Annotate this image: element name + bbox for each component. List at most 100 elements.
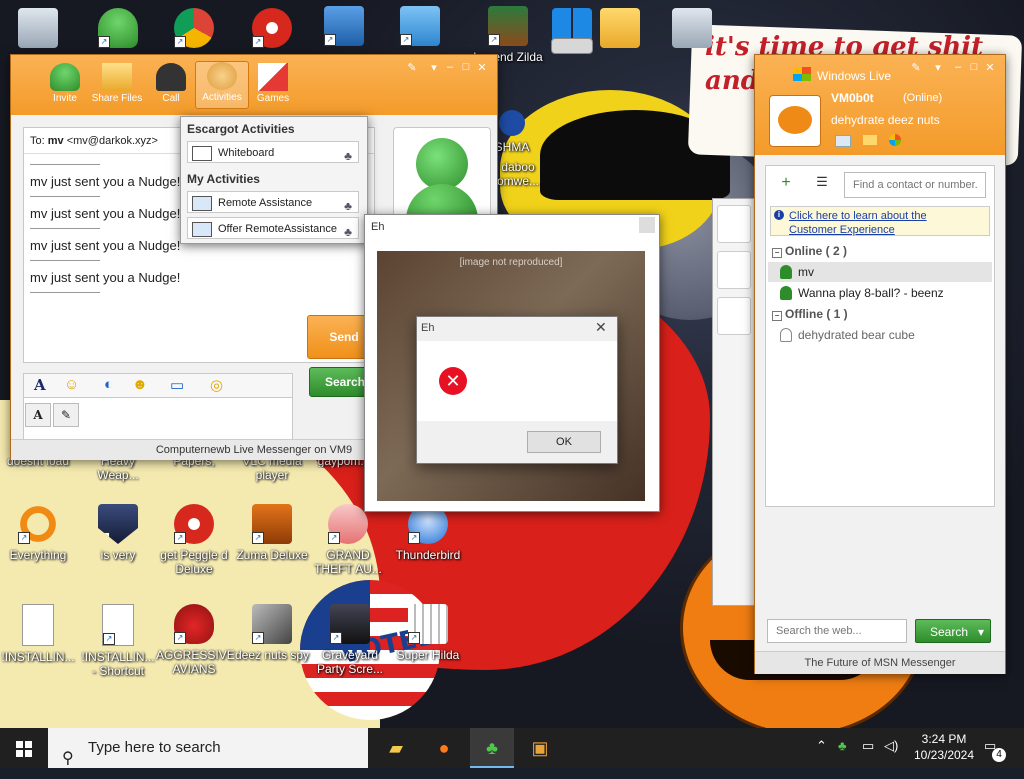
desktop-icon[interactable]: ↗ get Peggle d Deluxe (156, 504, 232, 576)
desktop-icon[interactable]: ↗ deez nuts spy (234, 604, 310, 662)
media-app-icon[interactable]: ▣ (518, 728, 562, 768)
desktop-icon[interactable]: ↗ (382, 6, 458, 50)
settings-icon[interactable]: ▾ (427, 61, 441, 74)
paint-icon[interactable]: ✎ (405, 61, 419, 74)
desktop-icon-label: GRAND THEFT AU... (314, 548, 382, 576)
network-icon[interactable]: ▭ (862, 738, 874, 754)
close-button[interactable] (639, 217, 655, 233)
web-search-input[interactable] (767, 619, 907, 643)
web-search-button[interactable]: Search ▾ (915, 619, 991, 643)
minimize-button[interactable]: – (951, 61, 965, 73)
msn-logo-icon[interactable] (889, 134, 901, 146)
msn-messenger-icon[interactable]: ♣ (470, 728, 514, 768)
game-character-icon: ↗ (488, 6, 528, 46)
desktop-icon[interactable]: ↗ (156, 8, 232, 52)
contact-item[interactable]: Wanna play 8-ball? - beenz (768, 283, 992, 303)
emoticon-icon[interactable]: ☺ (64, 376, 79, 393)
ok-button[interactable]: OK (527, 431, 601, 453)
voice-clip-icon[interactable]: ◐ (104, 376, 113, 393)
file-explorer-icon[interactable]: ▰ (374, 728, 418, 768)
desktop-icon[interactable]: ↗ GRAND THEFT AU... (310, 504, 386, 576)
nudge-icon[interactable]: ◎ (210, 376, 223, 394)
desktop-icon[interactable]: ↗ Graveyard Party Scre... (312, 604, 388, 676)
volume-icon[interactable]: ◁) (884, 738, 898, 754)
avatar[interactable] (769, 95, 821, 147)
search-icon: ⚲ (62, 750, 74, 767)
folder-icon[interactable] (863, 135, 877, 145)
display-name[interactable]: VM0b0t (831, 91, 874, 105)
handwriting-tab[interactable]: ✎ (53, 403, 79, 427)
contact-item[interactable]: mv (768, 262, 992, 282)
clock-date[interactable]: 10/23/2024 (906, 748, 982, 762)
firefox-icon[interactable]: ● (422, 728, 466, 768)
clock-time[interactable]: 3:24 PM (912, 732, 976, 746)
contact-search-input[interactable] (844, 172, 986, 198)
minimize-button[interactable]: – (443, 61, 457, 73)
maximize-button[interactable]: □ (967, 61, 981, 73)
paint-icon[interactable]: ✎ (909, 61, 923, 74)
desktop-icon-label: !INSTALLIN... - Shortcut (81, 650, 155, 678)
desktop-icon[interactable] (582, 8, 658, 52)
anime-girl-icon: ↗ (328, 504, 368, 544)
menu-item-offer-remote-assistance[interactable]: Offer RemoteAssistance ♣ (187, 217, 359, 239)
menu-item-remote-assistance[interactable]: Remote Assistance ♣ (187, 191, 359, 213)
desktop-icon[interactable]: ↗ Thunderbird (390, 504, 466, 562)
desktop-icon[interactable]: ↗ Super Hilda (390, 604, 466, 662)
settings-icon[interactable]: ▾ (931, 61, 945, 74)
mail-icon[interactable] (835, 135, 851, 147)
share-files-button[interactable]: Share Files (91, 63, 143, 104)
close-button[interactable]: ✕ (983, 61, 997, 74)
menu-item-whiteboard[interactable]: Whiteboard ♣ (187, 141, 359, 163)
group-offline[interactable]: − Offline ( 1 ) (772, 307, 848, 321)
maximize-button[interactable]: □ (459, 61, 473, 73)
msn-tray-icon[interactable]: ♣ (838, 738, 847, 753)
desktop-icon[interactable]: ↗ (80, 8, 156, 52)
desktop-icon[interactable]: ↗ Everything (0, 504, 76, 562)
desktop-icon[interactable]: ↗ (306, 6, 382, 50)
wink-icon[interactable]: ☻ (132, 376, 148, 393)
desktop-icon[interactable]: ↗ (234, 8, 310, 52)
desktop-icon[interactable]: ↗ !INSTALLIN... - Shortcut (80, 604, 156, 678)
recycle-bin-icon (672, 8, 712, 48)
everything-search-icon: ↗ (18, 504, 58, 544)
profile-header: Windows Live ✎ ▾ – □ ✕ VM0b0t (Online) d… (755, 55, 1005, 155)
people-icon: ♣ (344, 225, 352, 239)
brand-label: Windows Live (817, 69, 892, 83)
start-button[interactable] (0, 728, 48, 768)
invite-button[interactable]: Invite (39, 63, 91, 104)
info-bar[interactable]: i Click here to learn about the Customer… (770, 206, 990, 236)
desktop-icon[interactable] (0, 8, 76, 52)
font-icon[interactable]: A (34, 376, 46, 394)
group-online[interactable]: − Online ( 2 ) (772, 244, 847, 258)
background-icon[interactable]: ▭ (170, 376, 184, 394)
chevron-up-icon[interactable]: ⌃ (816, 738, 827, 754)
games-button[interactable]: Games (247, 63, 299, 104)
sidebar-contacts-button[interactable] (717, 205, 751, 243)
personal-message[interactable]: dehydrate deez nuts (831, 113, 940, 127)
activities-icon (207, 62, 237, 90)
call-button[interactable]: Call (145, 63, 197, 104)
desktop-icon[interactable]: ↗ AGGRESSIVE AVIANS (156, 604, 235, 676)
sidebar-alerts-button[interactable] (717, 251, 751, 289)
contact-item[interactable]: dehydrated bear cube (768, 325, 992, 345)
shield-logo-icon: ↗ (98, 504, 138, 544)
taskbar-search[interactable]: ⚲ Type here to search (48, 728, 368, 768)
chat-message: mv just sent you a Nudge! (30, 270, 181, 285)
add-contact-icon[interactable]: + (774, 174, 798, 196)
close-icon[interactable]: ✕ (595, 319, 607, 336)
desktop-icon[interactable]: !INSTALLIN... (0, 604, 76, 664)
desktop-icon[interactable]: ↗ is very (80, 504, 156, 562)
list-view-icon[interactable]: ☰ (810, 174, 834, 196)
recycle-bin-icon (18, 8, 58, 48)
close-button[interactable]: ✕ (475, 61, 489, 74)
info-link[interactable]: Click here to learn about the Customer E… (789, 209, 969, 237)
desktop-icon[interactable]: ↗ Zuma Deluxe (234, 504, 310, 562)
status-label[interactable]: (Online) (903, 92, 942, 104)
font-tab[interactable]: A (25, 403, 51, 427)
desktop-icon-label: Super Hilda (396, 648, 460, 662)
message-divider (30, 164, 100, 165)
activities-button[interactable]: Activities (195, 61, 249, 109)
chevron-down-icon[interactable]: ▾ (978, 620, 984, 644)
sidebar-activity-button[interactable] (717, 297, 751, 335)
desktop-icon[interactable] (654, 8, 730, 52)
